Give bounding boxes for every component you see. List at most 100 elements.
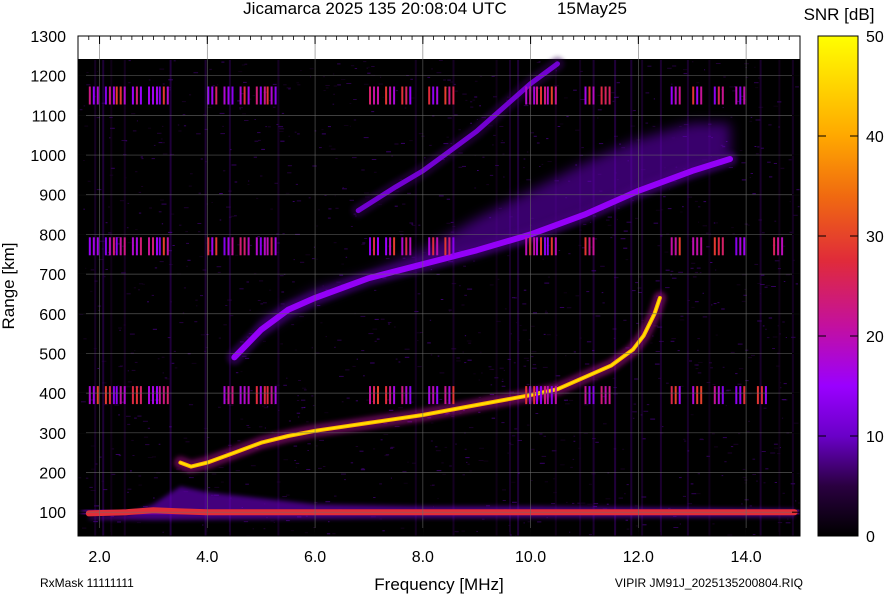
rfi-tick xyxy=(211,86,214,105)
rfi-tick xyxy=(135,86,138,105)
rfi-tick xyxy=(263,386,266,405)
rfi-tick xyxy=(678,237,681,256)
rfi-tick xyxy=(108,386,111,405)
rfi-tick xyxy=(123,86,126,105)
rfi-tick xyxy=(148,86,150,105)
rfi-tick xyxy=(592,386,595,405)
rfi-tick xyxy=(700,386,703,405)
interference-streak xyxy=(94,60,97,536)
rfi-tick xyxy=(373,386,375,405)
rfi-tick xyxy=(166,386,169,405)
rfi-tick xyxy=(739,386,742,405)
rx-mask-label: RxMask 11111111 xyxy=(40,576,134,590)
rfi-tick xyxy=(377,86,379,105)
rfi-tick xyxy=(385,386,388,405)
rfi-tick xyxy=(678,86,681,105)
rfi-tick xyxy=(721,386,724,405)
rfi-tick xyxy=(554,86,557,105)
rfi-tick xyxy=(409,386,412,405)
interference-streak xyxy=(641,60,644,536)
rfi-tick xyxy=(540,237,542,256)
rfi-tick xyxy=(713,86,716,105)
rfi-tick xyxy=(735,237,738,256)
rfi-tick xyxy=(393,386,396,405)
rfi-tick xyxy=(369,386,371,405)
rfi-tick xyxy=(525,237,528,256)
rfi-tick xyxy=(139,386,142,405)
rfi-tick xyxy=(215,86,218,105)
rfi-tick xyxy=(131,386,134,405)
y-tick-label: 800 xyxy=(39,227,66,244)
rfi-tick xyxy=(373,237,375,256)
rfi-tick xyxy=(215,237,218,256)
rfi-tick xyxy=(550,386,553,405)
rfi-tick xyxy=(131,86,134,105)
rfi-tick xyxy=(444,386,447,405)
rfi-tick xyxy=(270,86,273,105)
rfi-tick xyxy=(608,386,611,405)
rfi-tick xyxy=(777,237,780,256)
rfi-tick xyxy=(223,237,226,256)
rfi-tick xyxy=(739,237,742,256)
rfi-tick xyxy=(239,386,242,405)
rfi-tick xyxy=(239,237,242,256)
rfi-tick xyxy=(123,237,126,256)
rfi-tick xyxy=(584,86,587,105)
rfi-tick xyxy=(162,237,165,256)
rfi-tick xyxy=(156,237,158,256)
rfi-tick xyxy=(152,86,154,105)
rfi-tick xyxy=(544,237,546,256)
plot-header-band xyxy=(78,36,800,59)
interference-streak xyxy=(110,60,113,536)
rfi-tick xyxy=(432,237,435,256)
rfi-tick xyxy=(263,86,266,105)
rfi-tick xyxy=(158,386,161,405)
y-tick-label: 900 xyxy=(39,188,66,205)
rfi-tick xyxy=(448,237,451,256)
interference-streak xyxy=(630,60,633,536)
rfi-tick xyxy=(717,237,720,256)
rfi-tick xyxy=(452,386,455,405)
rfi-tick xyxy=(696,386,699,405)
y-tick-label: 700 xyxy=(39,267,66,284)
filename-label: VIPIR JM91J_2025135200804.RIQ xyxy=(615,576,803,590)
rfi-tick xyxy=(554,237,557,256)
rfi-tick xyxy=(401,86,404,105)
rfi-tick xyxy=(247,86,250,105)
rfi-tick xyxy=(540,386,542,405)
interference-streak xyxy=(169,60,172,536)
rfi-tick xyxy=(92,86,95,105)
rfi-tick xyxy=(255,386,258,405)
x-tick-label: 4.0 xyxy=(196,549,218,566)
interference-streak xyxy=(791,60,794,536)
rfi-tick xyxy=(533,86,536,105)
y-tick-label: 200 xyxy=(39,466,66,483)
rfi-tick xyxy=(432,86,435,105)
rfi-tick xyxy=(444,86,447,105)
colorbar-tick-label: 20 xyxy=(866,329,884,346)
colorbar-tick-label: 30 xyxy=(866,229,884,246)
interference-streak xyxy=(614,60,617,536)
rfi-tick xyxy=(139,86,142,105)
rfi-tick xyxy=(104,86,107,105)
rfi-tick xyxy=(773,237,776,256)
rfi-tick xyxy=(135,386,138,405)
interference-streak xyxy=(123,60,126,536)
y-axis-label: Range [km] xyxy=(0,243,18,330)
rfi-tick xyxy=(592,86,595,105)
rfi-tick xyxy=(452,86,455,105)
interference-streak xyxy=(277,60,280,536)
rfi-tick xyxy=(255,237,258,256)
rfi-tick xyxy=(259,86,262,105)
rfi-tick xyxy=(152,386,154,405)
colorbar xyxy=(817,35,859,537)
rfi-tick xyxy=(536,86,538,105)
rfi-tick xyxy=(432,386,435,405)
interference-streak xyxy=(414,60,417,536)
rfi-tick xyxy=(393,86,396,105)
rfi-tick xyxy=(389,237,392,256)
rfi-tick xyxy=(692,86,695,105)
interference-streak xyxy=(228,60,231,536)
rfi-tick xyxy=(108,86,111,105)
rfi-tick xyxy=(108,237,111,256)
